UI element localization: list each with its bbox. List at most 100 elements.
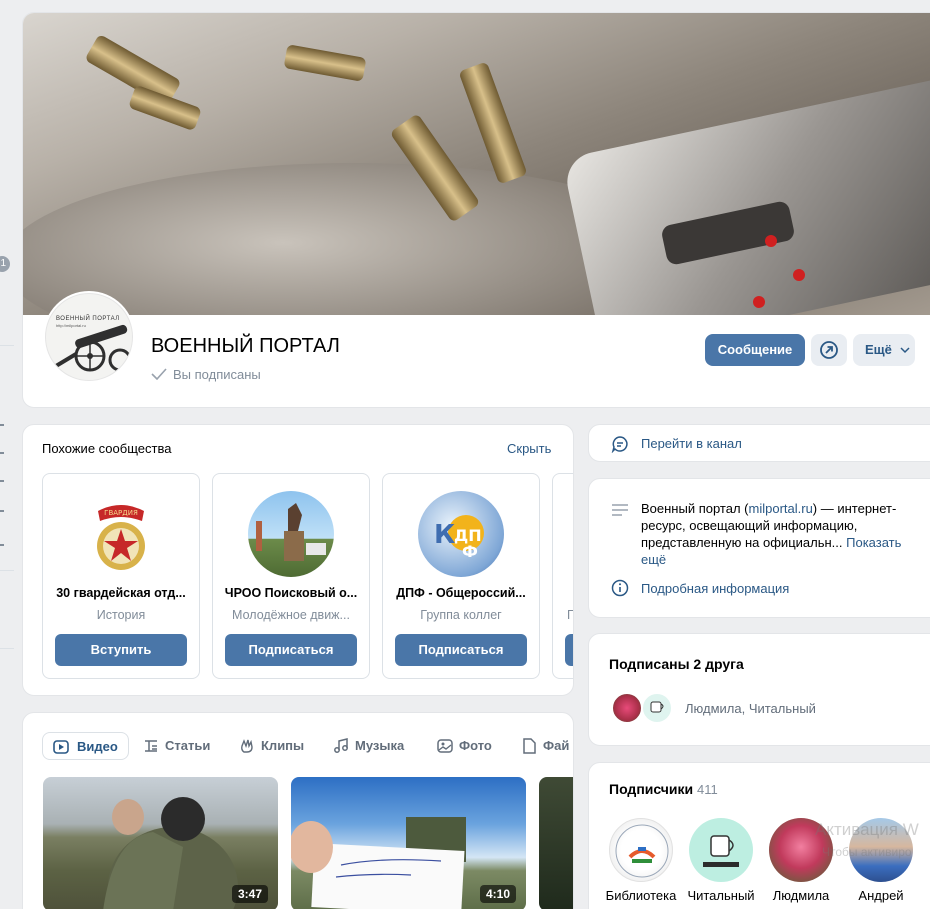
tab-label: Фай [543,738,570,753]
friends-title: Подписаны 2 друга [609,656,744,672]
community-category: Молодёжное движ... [232,608,350,622]
community-avatar [248,491,334,577]
video-duration: 4:10 [479,885,516,903]
cannon-icon [54,324,132,372]
tab-label: Видео [77,739,118,754]
media-section: Видео Статьи Клипы Музыка Фото Фай 3:47 … [22,712,574,909]
friend-avatar[interactable] [641,692,673,724]
community-card[interactable]: ЧРОО Поисковый о... Молодёжное движ... П… [212,473,370,679]
community-avatar[interactable]: ВОЕННЫЙ ПОРТАЛ http://milportal.ru [43,291,135,383]
subscribe-button[interactable] [565,634,573,666]
guard-badge-icon: ГВАРДИЯ [97,505,145,570]
clips-icon [241,739,253,753]
friends-subscribed: Подписаны 2 друга Людмила, Читальный [588,633,930,746]
share-button[interactable] [811,334,847,366]
menu-dot [0,510,4,512]
svg-text:ГВАРДИЯ: ГВАРДИЯ [104,509,138,517]
info-icon [611,579,629,597]
svg-text:Ф: Ф [462,542,478,561]
photo-icon [437,739,453,753]
community-name: ВОЕННЫЙ ПОРТАЛ [151,335,340,357]
dpf-logo-icon: К ДП Ф [434,515,484,561]
followers-title: Подписчики 411 [609,781,718,797]
message-button[interactable]: Сообщение [705,334,805,366]
video-thumbnail[interactable]: 4:10 [291,777,526,909]
divider [0,570,14,571]
community-header: ВОЕННЫЙ ПОРТАЛ http://milportal.ru ВОЕНН… [22,12,930,408]
more-button[interactable]: Ещё [853,334,915,366]
tab-video[interactable]: Видео [42,732,129,760]
community-category: П [567,608,573,622]
follower-name[interactable]: Читальный [681,888,761,903]
hide-link[interactable]: Скрыть [507,441,551,456]
website-link[interactable]: milportal.ru [749,501,813,516]
friend-avatar[interactable] [611,692,643,724]
divider [0,648,14,649]
go-to-channel[interactable]: Перейти в канал [588,424,930,462]
notification-badge: 1 [0,256,10,272]
follower-avatar[interactable] [609,818,673,882]
tab-label: Музыка [355,738,405,753]
tab-label: Статьи [165,738,211,753]
files-icon [523,738,536,754]
friends-names[interactable]: Людмила, Читальный [685,701,816,716]
activation-watermark: Активация W [815,820,919,839]
menu-dot [0,424,4,426]
monument-icon [256,503,326,561]
similar-communities: Похожие сообщества Скрыть ГВАРДИЯ 30 гва… [22,424,574,696]
community-card[interactable]: П [552,473,573,679]
menu-dot [0,452,4,454]
activation-watermark-sub: Чтобы активиро [822,845,912,859]
section-title: Похожие сообщества [42,441,172,456]
video-duration: 3:47 [231,885,268,903]
subscription-status[interactable]: Вы подписаны [173,367,261,382]
community-category: Группа коллег [420,608,502,622]
chat-icon [611,436,628,453]
description-part: Военный портал ( [641,501,749,516]
cover-image [23,13,930,315]
followers-label: Подписчики [609,781,694,797]
community-avatar: К ДП Ф [418,491,504,577]
music-icon [334,738,348,753]
cup-icon [650,701,664,713]
follower-name[interactable]: Андрей [841,888,921,903]
community-name: ДПФ - Общероссий... [396,586,526,600]
tab-music[interactable]: Музыка [329,732,404,760]
community-name: 30 гвардейская отд... [56,586,186,600]
followers-count: 411 [697,782,718,797]
chevron-down-icon [899,347,910,354]
video-thumbnail[interactable] [539,777,573,909]
tab-photo[interactable]: Фото [433,732,492,760]
community-card[interactable]: ГВАРДИЯ 30 гвардейская отд... История Вс… [42,473,200,679]
description-text: Военный портал (milportal.ru) — интернет… [641,500,913,568]
join-button[interactable]: Вступить [55,634,187,666]
tab-files[interactable]: Фай [517,732,569,760]
tab-label: Клипы [261,738,305,753]
tab-label: Фото [459,738,492,753]
details-link[interactable]: Подробная информация [641,581,789,596]
more-button-label: Ещё [865,342,892,357]
follower-name[interactable]: Людмила [761,888,841,903]
video-thumbnail[interactable]: 3:47 [43,777,278,909]
video-icon [53,740,69,754]
subscribe-button[interactable]: Подписаться [395,634,527,666]
community-description: Военный портал (milportal.ru) — интернет… [588,478,930,618]
tab-articles[interactable]: Статьи [139,732,210,760]
description-icon [612,504,628,516]
menu-dot [0,480,4,482]
check-icon [151,368,167,380]
follower-name[interactable]: Библиотека [601,888,681,903]
community-name: ЧРОО Поисковый о... [224,586,358,600]
divider [0,345,14,346]
left-sidebar-edge: 1 [0,0,16,909]
menu-dot [0,544,4,546]
community-card[interactable]: К ДП Ф ДПФ - Общероссий... Группа коллег… [382,473,540,679]
channel-link[interactable]: Перейти в канал [641,436,742,451]
subscribe-button[interactable]: Подписаться [225,634,357,666]
svg-text:К: К [434,520,455,550]
tab-clips[interactable]: Клипы [235,732,304,760]
articles-icon [145,740,157,752]
library-logo-icon [615,824,669,878]
community-category: История [96,608,146,622]
follower-avatar[interactable] [689,818,753,882]
